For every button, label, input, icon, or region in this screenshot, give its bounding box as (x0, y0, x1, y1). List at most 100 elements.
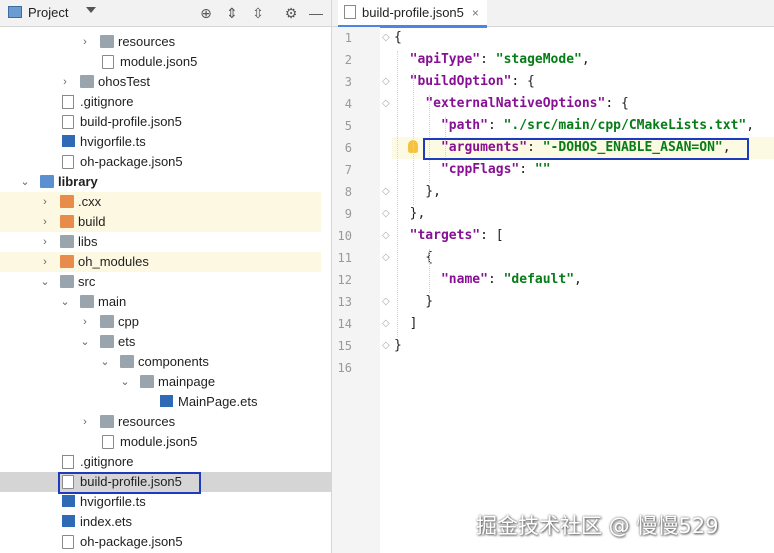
code-key: "buildOption" (409, 74, 512, 89)
tree-item[interactable]: › oh_modules (0, 252, 321, 272)
chevron-right-icon[interactable]: › (40, 192, 50, 212)
tree-item[interactable]: › resources (0, 412, 331, 432)
ets-file-icon (160, 395, 173, 407)
tree-item[interactable]: ⌄ library (0, 172, 331, 192)
code-punct (394, 118, 441, 133)
locate-icon[interactable]: ⊕ (198, 5, 214, 21)
hide-panel-icon[interactable]: — (308, 5, 324, 21)
code-key: "path" (440, 118, 488, 133)
tree-item[interactable]: module.json5 (0, 52, 331, 72)
watermark: 掘金技术社区 @ 慢慢529 (476, 514, 719, 538)
code-punct: , (746, 118, 755, 133)
folder-icon (60, 235, 74, 248)
tree-item[interactable]: › .cxx (0, 192, 321, 212)
tab-build-profile[interactable]: build-profile.json5 × (338, 0, 487, 28)
folder-icon (100, 415, 114, 428)
json-file-icon (344, 5, 356, 19)
line-number: 13 (337, 295, 352, 309)
tree-item-label: resources (118, 414, 176, 429)
chevron-right-icon[interactable]: › (80, 412, 90, 432)
tree-item[interactable]: MainPage.ets (0, 392, 331, 412)
folder-icon (80, 75, 94, 88)
close-icon[interactable]: × (472, 6, 479, 20)
chevron-right-icon[interactable]: › (40, 232, 50, 252)
code-punct: : { (605, 96, 629, 111)
fold-icon[interactable]: ◇ (382, 181, 390, 203)
code-key: "cppFlags" (440, 162, 520, 177)
tree-item[interactable]: › libs (0, 232, 331, 252)
chevron-right-icon[interactable]: › (40, 212, 50, 232)
tree-item[interactable]: › ohosTest (0, 72, 331, 92)
code-string: "" (534, 162, 551, 177)
fold-icon[interactable]: ◇ (382, 203, 390, 225)
line-number: 12 (337, 273, 352, 287)
chevron-right-icon[interactable]: › (80, 32, 90, 52)
json-file-icon (102, 55, 114, 69)
excluded-folder-icon (60, 215, 74, 228)
tree-item[interactable]: oh-package.json5 (0, 532, 331, 552)
line-number: 10 (337, 229, 352, 243)
tree-item[interactable]: build-profile.json5 (0, 112, 331, 132)
chevron-down-icon[interactable]: ⌄ (100, 352, 110, 372)
code-key: "name" (440, 272, 488, 287)
code-line: }, (394, 203, 426, 225)
expand-all-icon[interactable]: ⇕ (224, 5, 240, 21)
line-number: 7 (344, 163, 352, 177)
fold-icon[interactable]: ◇ (382, 335, 390, 357)
tree-item[interactable]: ⌄ main (0, 292, 331, 312)
tree-item[interactable]: › resources (0, 32, 331, 52)
project-title: Project (28, 5, 69, 20)
fold-icon[interactable]: ◇ (382, 93, 390, 115)
fold-icon[interactable]: ◇ (382, 247, 390, 269)
gear-icon[interactable]: ⚙ (283, 5, 299, 21)
collapse-all-icon[interactable]: ⇳ (250, 5, 266, 21)
tree-item[interactable]: › build (0, 212, 321, 232)
fold-icon[interactable]: ◇ (382, 291, 390, 313)
tree-item[interactable]: › cpp (0, 312, 331, 332)
tree-item[interactable]: .gitignore (0, 92, 331, 112)
tree-item-label: main (98, 294, 127, 309)
tree-item-label: cpp (118, 314, 139, 329)
tree-item[interactable]: ⌄ src (0, 272, 331, 292)
tree-item[interactable]: hvigorfile.ts (0, 132, 331, 152)
chevron-down-icon[interactable]: ⌄ (40, 272, 50, 292)
code-line: "apiType": "stageMode", (394, 49, 590, 71)
line-number: 16 (337, 361, 352, 375)
excluded-folder-icon (60, 195, 74, 208)
fold-icon[interactable]: ◇ (382, 27, 390, 49)
tree-item[interactable]: oh-package.json5 (0, 152, 331, 172)
tree-item[interactable]: module.json5 (0, 432, 331, 452)
chevron-down-icon[interactable]: ⌄ (20, 172, 30, 192)
tree-item[interactable]: ⌄ ets (0, 332, 331, 352)
fold-icon[interactable]: ◇ (382, 71, 390, 93)
tree-item[interactable]: hvigorfile.ts (0, 492, 331, 512)
chevron-down-icon[interactable]: ⌄ (80, 332, 90, 352)
fold-icon[interactable]: ◇ (382, 313, 390, 335)
tree-item-label: resources (118, 34, 176, 49)
tree-item[interactable]: ⌄ mainpage (0, 372, 331, 392)
tree-item-label: library (58, 174, 98, 189)
ts-file-icon (62, 495, 75, 507)
chevron-down-icon[interactable] (86, 7, 96, 13)
line-gutter: 1 2 3 4 5 6 7 8 9 10 11 12 13 14 15 16 (332, 27, 380, 553)
fold-icon[interactable]: ◇ (382, 225, 390, 247)
chevron-down-icon[interactable]: ⌄ (60, 292, 70, 312)
tree-item-label: ohosTest (98, 74, 151, 89)
code-key: "apiType" (409, 52, 481, 67)
project-view-selector[interactable]: Project (8, 5, 68, 20)
tree-item-label: mainpage (158, 374, 216, 389)
tree-item-label: build (78, 214, 106, 229)
chevron-down-icon[interactable]: ⌄ (120, 372, 130, 392)
tree-item[interactable]: index.ets (0, 512, 331, 532)
line-number: 14 (337, 317, 352, 331)
tree-item[interactable]: ⌄ components (0, 352, 331, 372)
code-line: }, (394, 181, 441, 203)
chevron-right-icon[interactable]: › (80, 312, 90, 332)
gitignore-file-icon (62, 95, 74, 109)
chevron-right-icon[interactable]: › (40, 252, 50, 272)
tree-item[interactable]: .gitignore (0, 452, 331, 472)
chevron-right-icon[interactable]: › (60, 72, 70, 92)
code-punct: : (487, 118, 504, 133)
code-punct: }, (394, 206, 426, 221)
code-punct: : (480, 52, 496, 67)
